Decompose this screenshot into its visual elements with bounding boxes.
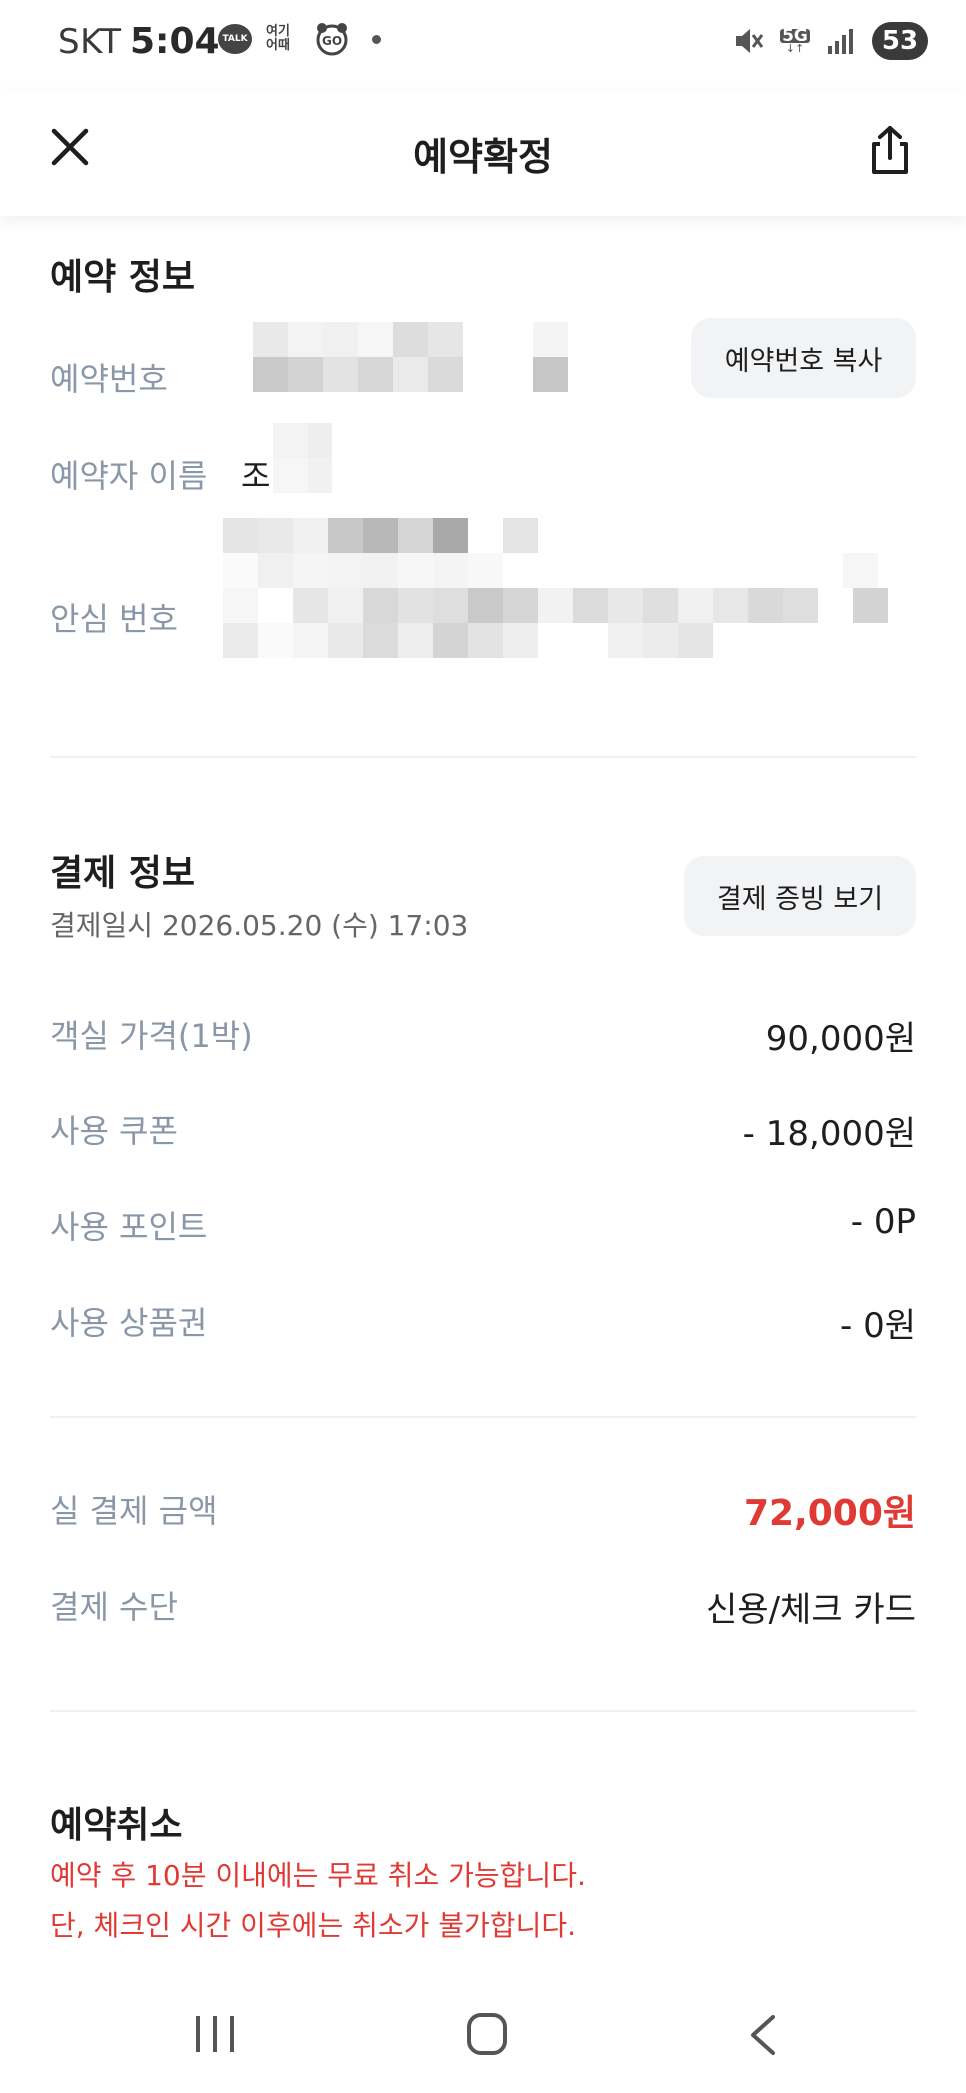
section-divider [50, 756, 916, 758]
game-app-icon: GO [316, 23, 348, 56]
total-amount: 72,000원 [743, 1493, 916, 1534]
total-label: 실 결제 금액 [50, 1492, 218, 1530]
mute-icon [736, 29, 764, 53]
reservation-section-title: 예약 정보 [50, 257, 196, 298]
cancel-note-line-1: 예약 후 10분 이내에는 무료 취소 가능합니다. [50, 1859, 586, 1892]
svg-text:GO: GO [322, 34, 342, 48]
cancel-section-title: 예약취소 [50, 1805, 183, 1846]
room-price-value: 90,000원 [765, 1019, 916, 1059]
gift-card-value: - 0원 [840, 1306, 916, 1346]
share-icon[interactable] [866, 124, 914, 176]
back-icon[interactable] [745, 2013, 779, 2057]
battery-icon: 53 [872, 22, 928, 60]
coupon-label: 사용 쿠폰 [50, 1112, 178, 1150]
top-nav: 예약확정 [0, 90, 966, 216]
cancel-note-line-2: 단, 체크인 시간 이후에는 취소가 불가합니다. [50, 1909, 576, 1942]
payment-method-value: 신용/체크 카드 [706, 1590, 916, 1630]
clock: 5:04 [130, 21, 220, 62]
page-title: 예약확정 [413, 135, 553, 179]
coupon-value: - 18,000원 [742, 1114, 916, 1154]
view-receipt-button[interactable]: 결제 증빙 보기 [684, 856, 916, 936]
signal-icon [828, 29, 853, 54]
notification-icons: TALK 여기 어때 GO [218, 22, 381, 56]
network-5g-icon: 5G ↓↑ [780, 27, 810, 54]
more-notifications-dot [372, 34, 381, 44]
home-icon[interactable] [467, 2013, 507, 2055]
payment-method-label: 결제 수단 [50, 1588, 178, 1626]
room-price-label: 객실 가격(1박) [50, 1017, 253, 1055]
reservation-name-label: 예약자 이름 [50, 457, 208, 495]
reservation-number-label: 예약번호 [50, 360, 168, 398]
gift-card-label: 사용 상품권 [50, 1304, 208, 1342]
system-icons: 5G ↓↑ 53 [732, 22, 928, 60]
copy-reservation-number-button[interactable]: 예약번호 복사 [691, 318, 916, 398]
recent-apps-icon[interactable] [196, 2016, 234, 2052]
app-notification-icon: 여기 어때 [266, 24, 290, 53]
status-bar: SKT 5:04 TALK 여기 어때 GO 5G ↓↑ 53 [0, 0, 966, 90]
carrier-label: SKT [58, 22, 122, 62]
points-value: - 0P [850, 1202, 916, 1242]
safe-number-label: 안심 번호 [50, 600, 178, 638]
kakaotalk-icon: TALK [218, 24, 252, 54]
system-nav-bar [0, 1980, 966, 2093]
points-label: 사용 포인트 [50, 1208, 208, 1246]
section-divider [50, 1710, 916, 1712]
section-divider [50, 1416, 916, 1418]
reservation-name-value: 조 [241, 457, 271, 495]
